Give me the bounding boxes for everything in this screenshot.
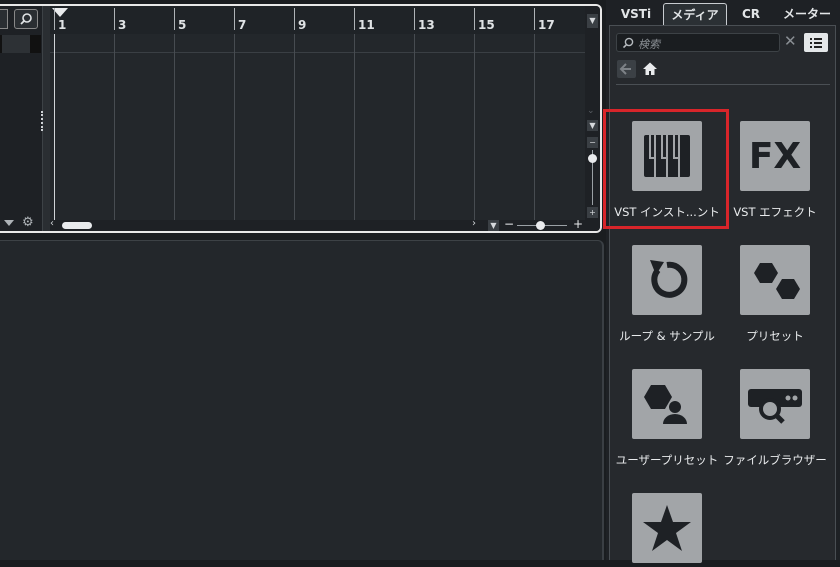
search-placeholder: 検索	[638, 38, 660, 51]
horizontal-zoom-slider[interactable]	[517, 221, 567, 230]
tab-media[interactable]: メディア	[663, 3, 727, 25]
loops-samples-tile[interactable]	[632, 245, 702, 315]
tile-label: ファイルブラウザー	[723, 453, 827, 467]
ruler-tick	[474, 8, 475, 30]
grid-line	[354, 34, 355, 220]
home-button[interactable]	[641, 60, 659, 78]
tile-label: ユーザープリセット	[615, 453, 719, 467]
zoom-preset-dropdown[interactable]: ▼	[488, 220, 499, 231]
fx-icon-text: FX	[749, 136, 802, 177]
grid-line	[234, 34, 235, 220]
bar-number-label: 11	[358, 18, 375, 32]
grid-line	[114, 34, 115, 220]
tab-control-room[interactable]: CR	[730, 3, 772, 25]
grid-line	[294, 34, 295, 220]
fx-icon: FX	[749, 136, 802, 177]
tab-vsti[interactable]: VSTi	[611, 3, 661, 25]
gear-icon[interactable]: ⚙	[22, 215, 34, 230]
zoom-in-horizontal-button[interactable]: +	[573, 217, 583, 231]
ruler-tick	[414, 8, 415, 30]
loop-icon	[650, 260, 688, 298]
vertical-zoom-slider[interactable]	[588, 150, 597, 205]
track-list-panel: ⚙	[0, 6, 42, 231]
bar-number-label: 17	[538, 18, 555, 32]
clear-search-icon[interactable]: ✕	[784, 32, 797, 50]
back-button[interactable]	[617, 60, 636, 78]
grid-line	[414, 34, 415, 220]
home-icon	[643, 62, 657, 75]
selection-highlight	[603, 109, 729, 229]
list-view-button[interactable]	[804, 33, 828, 52]
horizontal-zoom-controls: ▼ − +	[486, 217, 585, 231]
lower-zone-panel	[0, 240, 604, 560]
arrow-left-icon	[619, 63, 631, 75]
scroll-right-icon[interactable]: ›	[472, 218, 476, 229]
bar-number-label: 3	[118, 18, 127, 32]
zoom-in-vertical-button[interactable]: +	[587, 207, 598, 218]
star-icon	[643, 505, 691, 551]
user-presets-tile[interactable]	[632, 369, 702, 439]
hexagons-icon	[754, 263, 800, 299]
ruler-tick	[54, 8, 55, 30]
resize-handle-icon[interactable]	[41, 111, 45, 131]
bar-number-label: 1	[58, 18, 67, 32]
tab-meter[interactable]: メーター	[776, 3, 838, 25]
project-window: ⚙ 1 3 5 7 9 11 13 15 17 ▼ ⌄ ▼ − + ‹ › ▼ …	[0, 4, 602, 233]
ruler-tick	[114, 8, 115, 30]
ruler-tick	[354, 8, 355, 30]
grid-line	[474, 34, 475, 220]
ruler-tick	[174, 8, 175, 30]
search-icon	[622, 37, 634, 49]
zoom-out-vertical-button[interactable]: −	[587, 137, 598, 148]
ruler-tick	[294, 8, 295, 30]
separator	[616, 84, 830, 85]
track-name-field[interactable]	[0, 9, 8, 29]
bar-number-label: 13	[418, 18, 435, 32]
event-display[interactable]	[50, 34, 585, 220]
scroll-up-icon[interactable]: ▼	[587, 14, 598, 28]
vst-effects-tile[interactable]: FX	[740, 121, 810, 191]
track-search-button[interactable]	[14, 9, 38, 29]
search-icon	[20, 13, 32, 25]
grid-line	[174, 34, 175, 220]
user-preset-icon	[644, 385, 687, 424]
zoom-out-horizontal-button[interactable]: −	[504, 217, 514, 231]
file-browser-icon	[748, 389, 802, 424]
bar-number-label: 9	[298, 18, 307, 32]
file-browser-tile[interactable]	[740, 369, 810, 439]
vertical-scrollbar[interactable]: ▼ ⌄ ▼ − +	[585, 6, 600, 231]
tile-label: VST エフェクト	[733, 205, 817, 219]
chevron-down-icon[interactable]: ⌄	[587, 106, 595, 116]
favorites-tile[interactable]	[632, 493, 702, 563]
scroll-thumb[interactable]	[62, 222, 92, 229]
tile-label: ループ & サンプル	[619, 329, 715, 343]
project-cursor[interactable]	[54, 34, 55, 220]
bar-number-label: 7	[238, 18, 247, 32]
scroll-left-icon[interactable]: ‹	[50, 218, 54, 229]
scroll-down-icon[interactable]: ▼	[587, 120, 598, 131]
grid-line	[534, 34, 535, 220]
timeline-ruler[interactable]: 1 3 5 7 9 11 13 15 17	[50, 6, 585, 34]
list-icon	[810, 38, 822, 48]
slider-knob[interactable]	[536, 221, 545, 230]
bar-number-label: 15	[478, 18, 495, 32]
horizontal-scrollbar[interactable]: ‹ ›	[50, 218, 486, 231]
track-lane-line	[50, 52, 585, 53]
presets-tile[interactable]	[740, 245, 810, 315]
ruler-tick	[534, 8, 535, 30]
tile-label: プリセット	[746, 329, 804, 343]
ruler-tick	[234, 8, 235, 30]
triangle-down-icon[interactable]	[4, 220, 14, 226]
bar-number-label: 5	[178, 18, 187, 32]
slider-knob[interactable]	[588, 154, 597, 163]
track-dropdown[interactable]	[2, 35, 30, 53]
